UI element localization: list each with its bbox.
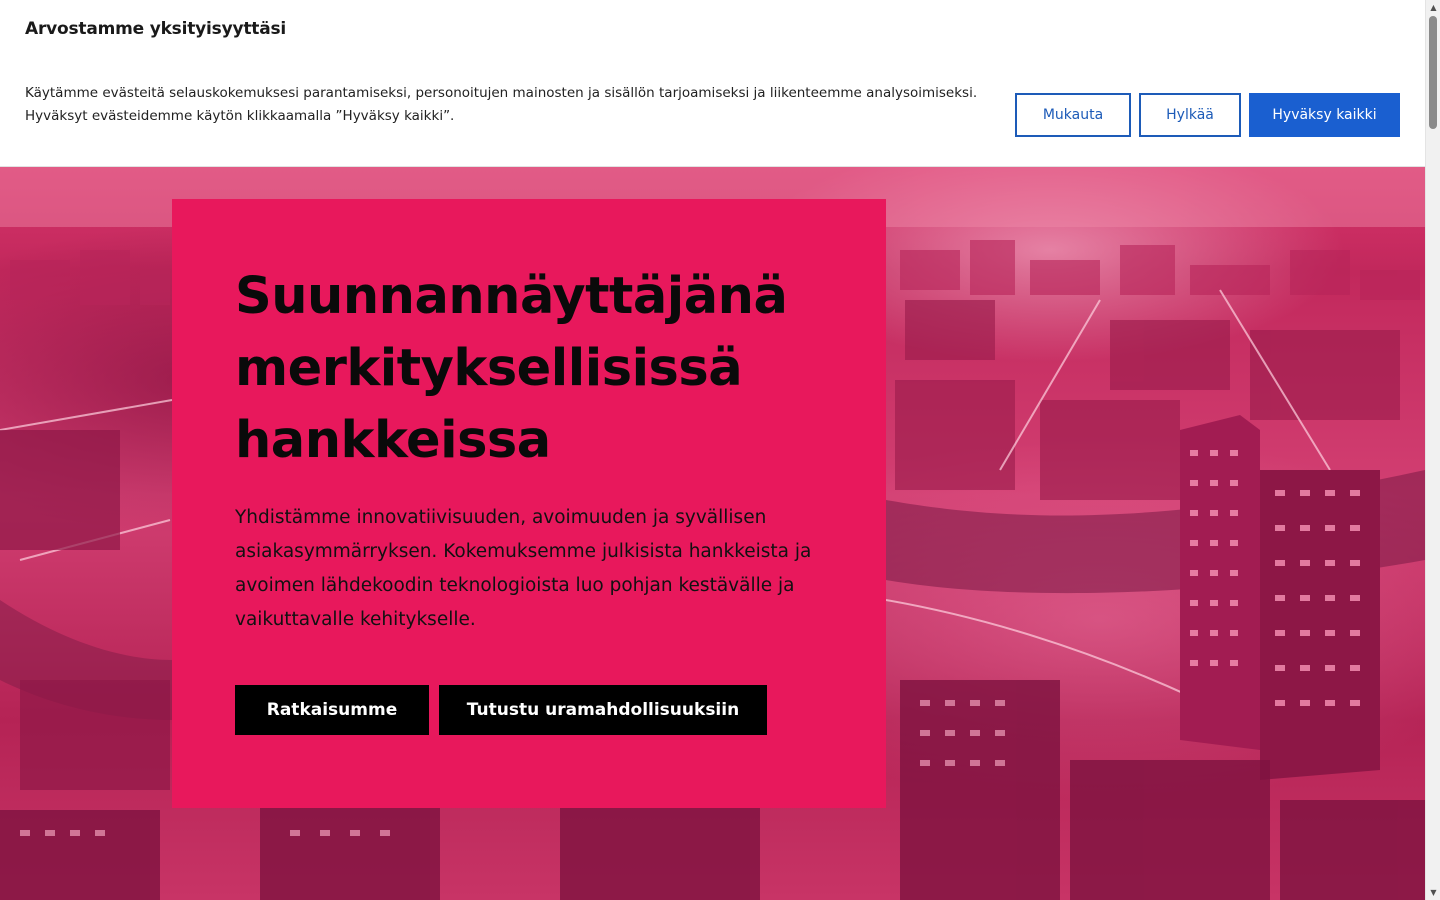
cookie-banner-title: Arvostamme yksityisyyttäsi — [25, 19, 287, 39]
hero-panel: Suunnannäyttäjänä merkityksellisissä han… — [172, 199, 886, 808]
hero-description: Yhdistämme innovatiivisuuden, avoimuuden… — [235, 507, 812, 630]
accept-all-cookies-button[interactable]: Hyväksy kaikki — [1249, 93, 1400, 137]
vertical-scrollbar[interactable]: ▲ ▼ — [1425, 0, 1440, 900]
hero-title: Suunnannäyttäjänä merkityksellisissä han… — [235, 267, 788, 470]
cookie-consent-banner: Arvostamme yksityisyyttäsi Käytämme eväs… — [0, 0, 1425, 167]
page-viewport: Suunnannäyttäjänä merkityksellisissä han… — [0, 0, 1425, 900]
customize-cookies-button[interactable]: Mukauta — [1015, 93, 1131, 137]
solutions-button[interactable]: Ratkaisumme — [235, 685, 429, 735]
scroll-down-arrow-icon[interactable]: ▼ — [1426, 885, 1440, 900]
scrollbar-thumb[interactable] — [1429, 16, 1437, 129]
scroll-up-arrow-icon[interactable]: ▲ — [1426, 0, 1440, 15]
cookie-banner-text: Käytämme evästeitä selauskokemuksesi par… — [25, 85, 978, 124]
reject-cookies-button[interactable]: Hylkää — [1139, 93, 1241, 137]
careers-button[interactable]: Tutustu uramahdollisuuksiin — [439, 685, 767, 735]
